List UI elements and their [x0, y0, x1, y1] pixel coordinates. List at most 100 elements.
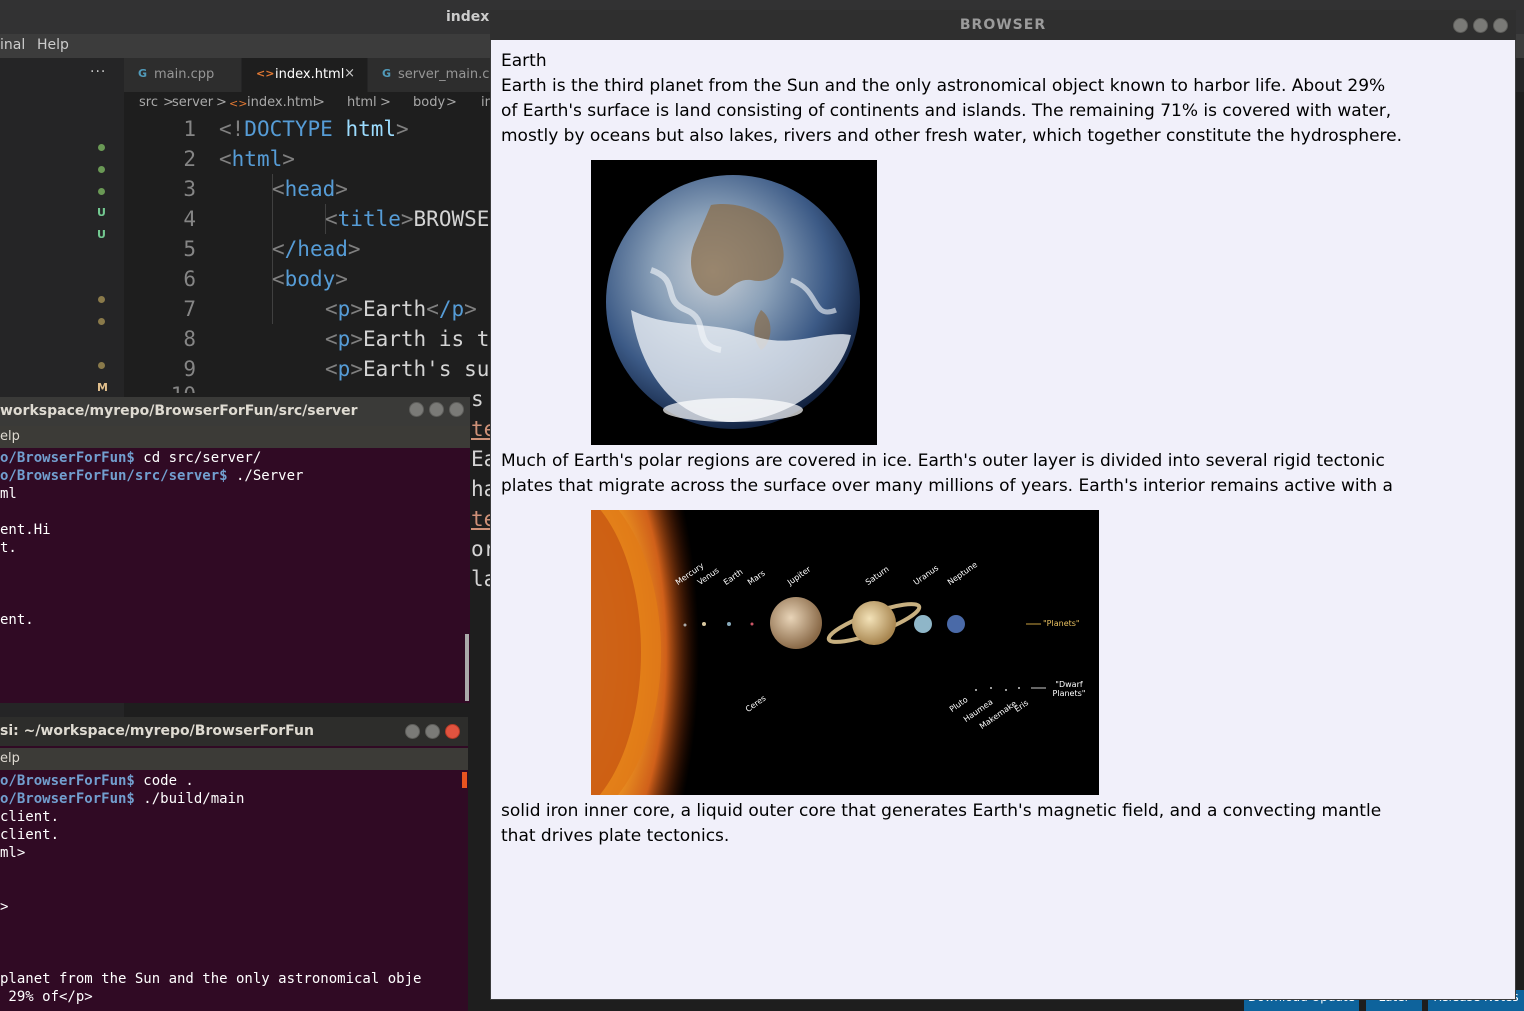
paragraph-3: solid iron inner core, a liquid outer co… — [501, 801, 1382, 846]
code-token: title — [337, 207, 401, 231]
code-token: <! — [219, 117, 245, 141]
code-token: /head — [284, 237, 348, 261]
close-icon[interactable] — [449, 402, 464, 417]
terminal-command: cd src/server/ — [134, 450, 262, 466]
code-token: > — [396, 117, 409, 141]
git-status-dot — [98, 144, 105, 151]
code-token: Earth is t — [362, 327, 490, 351]
browser-content: Earth Earth is the third planet from the… — [491, 40, 1515, 999]
code-token: body — [284, 267, 336, 291]
breadcrumb-separator: > — [446, 95, 457, 110]
tab-label: main.cpp — [154, 67, 215, 82]
planets-group-label: "Planets" — [1043, 619, 1080, 628]
code-token: html — [231, 147, 283, 171]
git-status-dot — [98, 318, 105, 325]
code-token: p — [337, 297, 351, 321]
menu-help[interactable]: elp — [0, 751, 20, 766]
code-line-1: <!DOCTYPE html> — [219, 117, 409, 141]
tab-server-main-cpp[interactable]: G server_main.cpp — [368, 58, 506, 92]
menu-help[interactable]: elp — [0, 429, 20, 444]
tab-index-html[interactable]: <> index.html × — [242, 58, 368, 92]
minimize-icon[interactable] — [405, 724, 420, 739]
line-number: 1 — [183, 117, 196, 141]
terminal-line: planet from the Sun and the only astrono… — [0, 971, 422, 987]
code-line-7: <p>Earth</p> — [325, 297, 477, 321]
terminal-prompt: o/BrowserForFun$ — [0, 773, 135, 789]
terminal-line: > — [0, 899, 9, 915]
code-token: p — [337, 357, 351, 381]
breadcrumb-body[interactable]: body — [413, 95, 445, 110]
terminal-menubar: elp — [0, 426, 470, 448]
html-file-icon: <> — [256, 67, 275, 80]
tab-main-cpp[interactable]: G main.cpp — [124, 58, 242, 92]
menu-help[interactable]: Help — [37, 37, 69, 53]
breadcrumb-server[interactable]: server — [172, 95, 213, 110]
terminal-line: client. — [0, 809, 60, 825]
terminal-scrollbar[interactable] — [465, 634, 469, 701]
terminal-line: o/BrowserForFun$ ./build/main — [0, 791, 244, 807]
solar-system-icon — [591, 510, 1046, 795]
breadcrumb-separator: > — [314, 95, 325, 110]
terminal-scrollbar[interactable] — [462, 772, 467, 788]
git-untracked-mark: U — [97, 206, 106, 219]
close-icon[interactable] — [445, 724, 460, 739]
git-status-dot — [98, 362, 105, 369]
terminal-line: ent. — [0, 612, 34, 628]
terminal-line: ent.Hi — [0, 522, 51, 538]
breadcrumb-html[interactable]: html — [347, 95, 377, 110]
breadcrumb-separator: > — [216, 95, 227, 110]
close-icon[interactable]: × — [344, 66, 355, 81]
breadcrumb-index-html[interactable]: index.html — [247, 95, 316, 110]
code-token: /p — [438, 297, 465, 321]
git-status-dot — [98, 166, 105, 173]
terminal-menubar: elp — [0, 748, 468, 770]
terminal-line: t. — [0, 540, 17, 556]
cpp-file-icon: G — [382, 67, 392, 80]
minimize-icon[interactable] — [409, 402, 424, 417]
git-status-dot — [98, 188, 105, 195]
code-token: head — [284, 177, 336, 201]
line-number: 7 — [183, 297, 196, 321]
line-number: 8 — [183, 327, 196, 351]
code-line-5: </head> — [272, 237, 361, 261]
terminal-line: o/BrowserForFun$ cd src/server/ — [0, 450, 261, 466]
terminal-client-window[interactable]: si: ~/workspace/myrepo/BrowserForFun elp… — [0, 717, 468, 1011]
browser-title: BROWSER — [959, 17, 1047, 33]
code-line-2: <html> — [219, 147, 295, 171]
code-token: p — [337, 327, 351, 351]
dwarf-planets-group-label: "Dwarf Planets" — [1052, 680, 1086, 698]
terminal-line: ml — [0, 486, 17, 502]
maximize-icon[interactable] — [429, 402, 444, 417]
close-icon[interactable] — [1493, 18, 1508, 33]
more-actions-icon[interactable]: ··· — [90, 64, 106, 80]
terminal-line: o/BrowserForFun$ code . — [0, 773, 194, 789]
terminal-server-window[interactable]: workspace/myrepo/BrowserForFun/src/serve… — [0, 397, 470, 703]
browser-window[interactable]: BROWSER Earth Earth is the third planet … — [490, 10, 1516, 1000]
earth-image — [591, 160, 877, 445]
code-token: html — [332, 117, 397, 141]
terminal-title: si: ~/workspace/myrepo/BrowserForFun — [0, 723, 314, 739]
terminal-line: ml> — [0, 845, 26, 861]
line-number: 4 — [183, 207, 196, 231]
line-number: 6 — [183, 267, 196, 291]
minimize-icon[interactable] — [1453, 18, 1468, 33]
code-line-3: <head> — [272, 177, 348, 201]
terminal-prompt: o/BrowserForFun$ — [0, 450, 135, 466]
paragraph-2: Much of Earth's polar regions are covere… — [501, 451, 1393, 496]
code-line-8: <p>Earth is t — [325, 327, 490, 351]
line-number: 2 — [183, 147, 196, 171]
terminal-command: ./Server — [227, 468, 304, 484]
line-number: 5 — [183, 237, 196, 261]
menu-terminal[interactable]: inal — [0, 37, 25, 53]
terminal-line: o/BrowserForFun/src/server$ ./Server — [0, 468, 303, 484]
breadcrumb-src[interactable]: src — [139, 95, 158, 110]
code-line-4: <title>BROWSE — [325, 207, 490, 231]
terminal-command: ./build/main — [134, 791, 245, 807]
terminal-title: workspace/myrepo/BrowserForFun/src/serve… — [0, 403, 358, 419]
terminal-prompt: o/BrowserForFun$ — [0, 791, 135, 807]
maximize-icon[interactable] — [1473, 18, 1488, 33]
git-untracked-mark: U — [97, 228, 106, 241]
maximize-icon[interactable] — [425, 724, 440, 739]
code-line-9: <p>Earth's su — [325, 357, 490, 381]
code-token: Earth — [362, 297, 427, 321]
